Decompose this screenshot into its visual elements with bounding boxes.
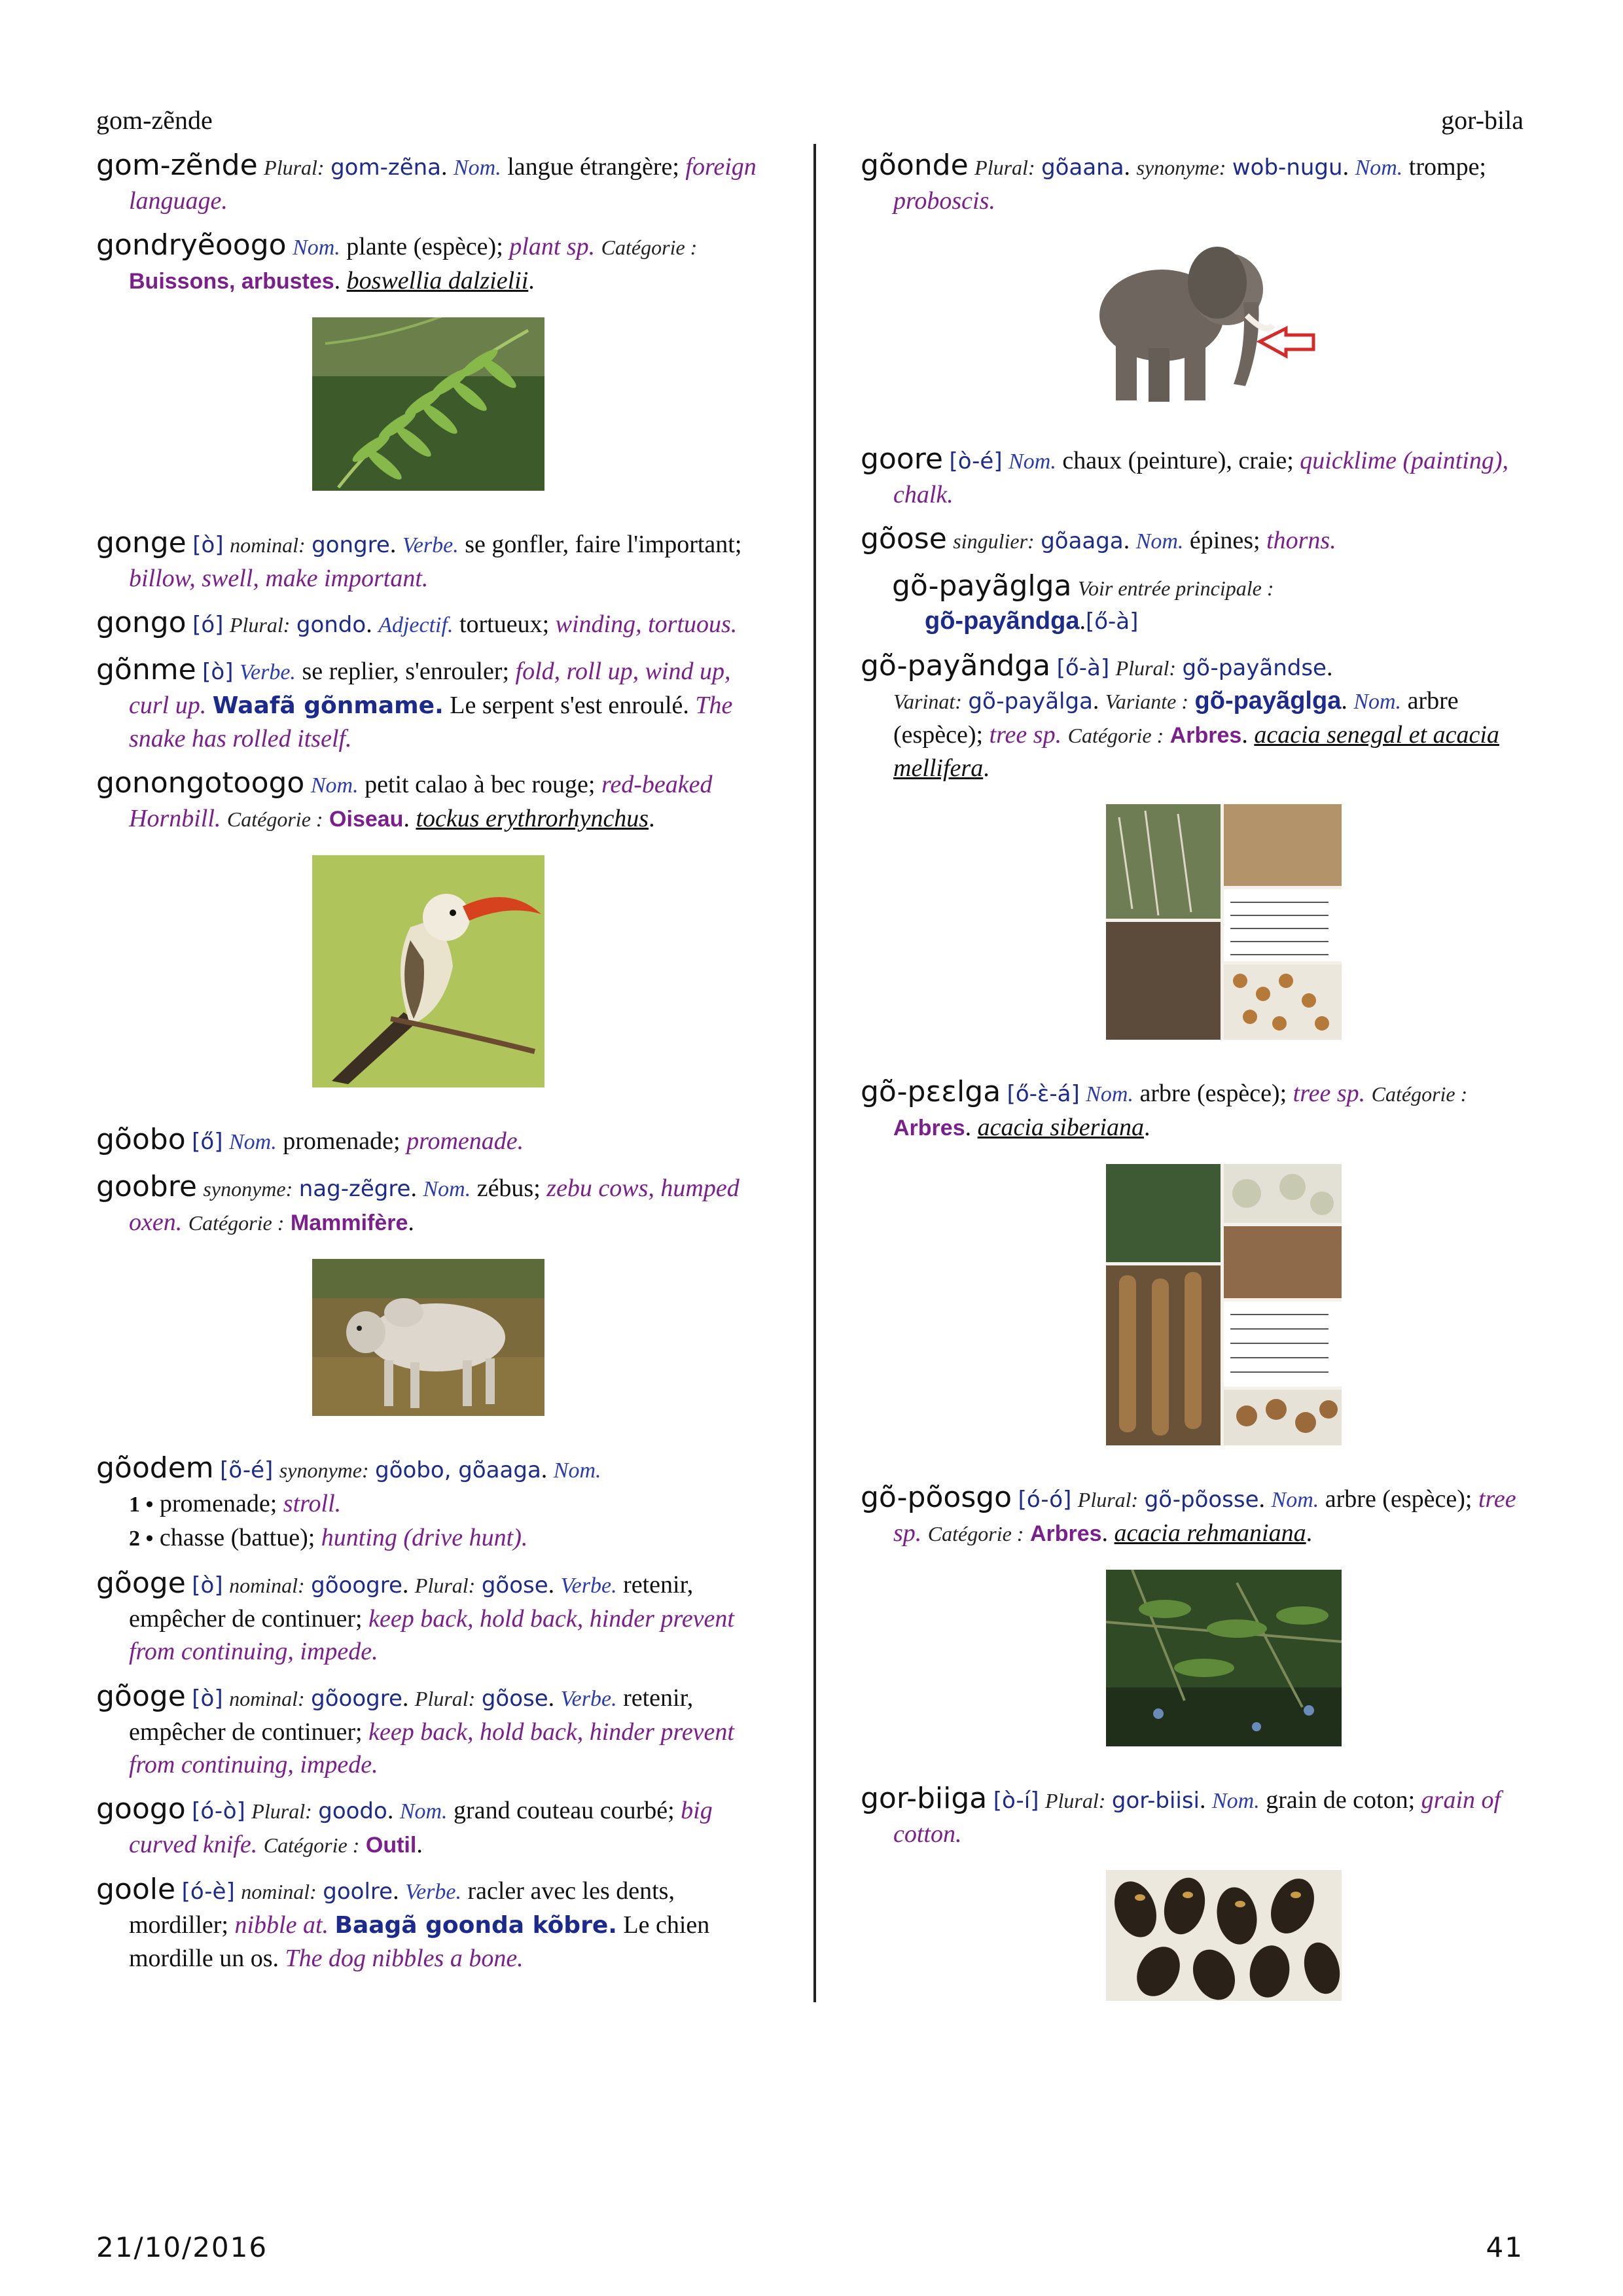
entry-goobre: goobre synonyme: nag-zẽgre. Nom. zébus; … [96,1171,770,1416]
entry-googe-tilde: gõoge [ò] nominal: gõoogre. Plural: gõos… [96,1680,734,1779]
cotton-seeds-image [893,1870,1528,2001]
headword: gõ-pɛɛlga [861,1075,1001,1108]
headword: gonongotoogo [96,766,305,800]
headword: googo [96,1792,186,1826]
entry-goonde: gõonde Plural: gõaana. synonyme: wob-nug… [861,149,1528,407]
elephant-image [893,237,1528,407]
headword: gor-biiga [861,1782,988,1815]
entry-goodem: gõodem [õ-é] synonyme: gõobo, gõaaga. No… [96,1452,770,1555]
headword: goobre [96,1170,197,1203]
entry-gopoosgo: gõ-põosgo [ó-ó] Plural: gõ-põosse. Nom. … [861,1481,1528,1746]
headword: gõnme [96,653,196,686]
running-head-left: gom-zẽnde [96,105,213,135]
entry-gopayandga: gõ-payãndga [ő-à] Plural: gõ-payãndse. V… [861,650,1528,1040]
headword: gonge [96,526,187,559]
headword: gõ-payãglga [892,569,1072,603]
column-divider [813,144,816,2002]
variants: Varinat: gõ-payãlga. Variante : gõ-payãg… [893,687,1499,782]
entry-gondryeoogo: gondryẽoogo Nom. plante (espèce); plant … [96,229,770,491]
headword: gõodem [96,1451,214,1485]
entry-gopayaglga: gõ-payãglga Voir entrée principale : gõ-… [892,569,1274,635]
hornbill-image [129,855,770,1087]
page-number: 41 [1486,2231,1524,2263]
fern-plant-image [129,317,770,491]
headword: gõ-põosgo [861,1481,1012,1514]
acacia-senegal-image [893,804,1528,1040]
acacia-rehmaniana-image [893,1570,1528,1746]
headword: gom-zẽnde [96,149,258,182]
entry-goole: goole [ó-è] nominal: goolre. Verbe. racl… [96,1873,710,1973]
headword: goore [861,442,943,476]
entry-goobo: gõobo [ő] Nom. promenade; promenade. [96,1123,524,1156]
entry-googo: googo [ó-ò] Plural: goodo. Nom. grand co… [96,1792,713,1859]
headword: gõoge [96,1680,186,1713]
entry-gorbiiga: gor-biiga [ò-í] Plural: gor-biisi. Nom. … [861,1782,1528,2001]
entry-gongo: gongo [ó] Plural: gondo. Adjectif. tortu… [96,606,738,639]
headword: gõobo [96,1123,186,1156]
entry-gomzende: gom-zẽnde Plural: gom-zẽna. Nom. langue … [96,149,757,215]
running-head-right: gor-bila [1441,105,1524,135]
acacia-siberiana-image [893,1164,1528,1445]
entry-gonongotoogo: gonongotoogo Nom. petit calao à bec roug… [96,767,770,1087]
headword: gõ-payãndga [861,649,1051,682]
headword: gõose [861,522,947,556]
entry-gonme: gõnme [ò] Verbe. se replier, s'enrouler;… [96,653,733,753]
headword: gondryẽoogo [96,228,287,262]
right-column: gõonde Plural: gõaana. synonyme: wob-nug… [861,149,1528,2037]
entry-goore: goore [ò-é] Nom. chaux (peinture), craie… [861,442,1508,509]
cross-reference-link[interactable]: gõ-payãndga [925,607,1079,635]
zebu-image [129,1259,770,1416]
sense-1: 1 • promenade; stroll. [129,1490,342,1517]
headword: goole [96,1873,176,1906]
left-column: gom-zẽnde Plural: gom-zẽna. Nom. langue … [96,149,770,1987]
entry-googe: gõoge [ò] nominal: gõoogre. Plural: gõos… [96,1566,734,1666]
headword: gõonde [861,149,969,182]
sense-2: 2 • chasse (battue); hunting (drive hunt… [129,1524,528,1551]
footer-date: 21/10/2016 [96,2231,268,2263]
entry-gopeelga: gõ-pɛɛlga [ő-ɛ̀-á] Nom. arbre (espèce); … [861,1076,1528,1445]
entry-gonge: gonge [ò] nominal: gongre. Verbe. se gon… [96,526,742,593]
headword: gongo [96,606,187,639]
headword: gõoge [96,1566,186,1600]
entry-goose: gõose singulier: gõaaga. Nom. épines; th… [861,522,1336,556]
